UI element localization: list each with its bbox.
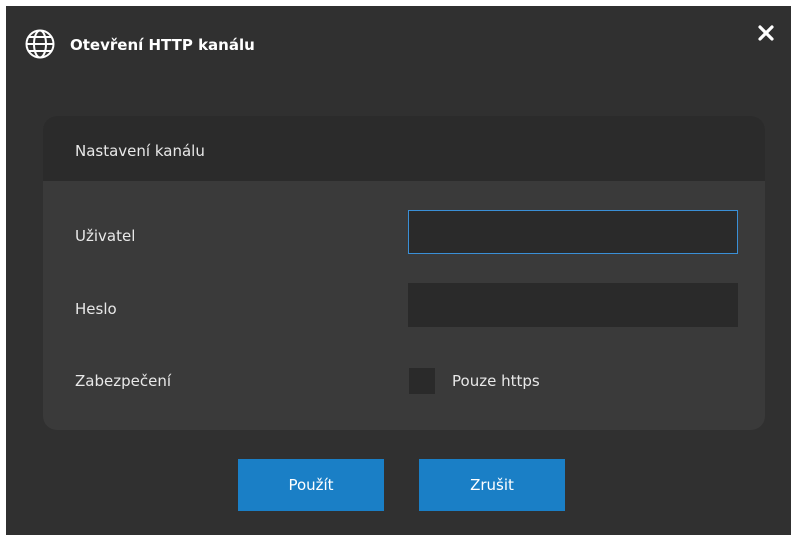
channel-settings-panel: Nastavení kanálu Uživatel Heslo Zabezpeč… [43, 116, 765, 430]
security-label: Zabezpečení [75, 372, 171, 390]
panel-header-label: Nastavení kanálu [75, 142, 205, 160]
password-input[interactable] [408, 283, 738, 327]
user-label: Uživatel [75, 227, 136, 245]
globe-icon [25, 29, 55, 59]
http-channel-dialog: Otevření HTTP kanálu Nastavení kanálu Už… [6, 6, 791, 535]
dialog-title: Otevření HTTP kanálu [70, 36, 255, 54]
user-input[interactable] [408, 210, 738, 254]
title-bar: Otevření HTTP kanálu [6, 6, 791, 78]
apply-button[interactable]: Použít [238, 459, 384, 511]
panel-header: Nastavení kanálu [43, 116, 765, 181]
cancel-button[interactable]: Zrušit [419, 459, 565, 511]
https-only-label[interactable]: Pouze https [452, 372, 540, 390]
https-only-checkbox[interactable] [409, 368, 435, 394]
password-label: Heslo [75, 300, 117, 318]
close-icon[interactable] [755, 22, 777, 44]
